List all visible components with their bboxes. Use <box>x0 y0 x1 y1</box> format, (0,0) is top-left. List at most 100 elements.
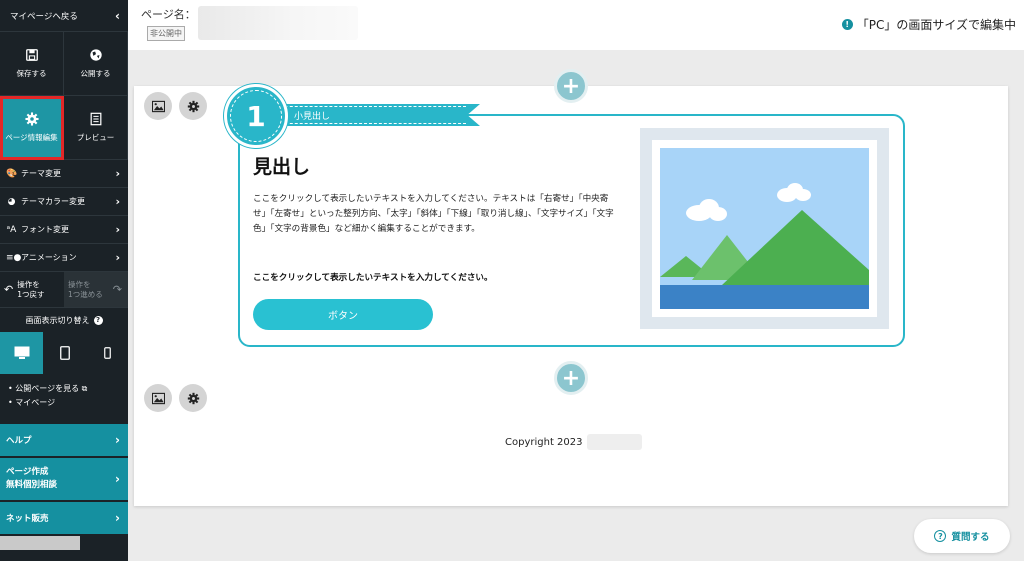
page-name-field[interactable] <box>198 6 358 40</box>
mypage-link[interactable]: マイページ <box>8 396 128 410</box>
gear-icon <box>187 392 199 404</box>
question-icon: ? <box>934 530 947 542</box>
desktop-icon <box>14 346 29 359</box>
publish-label: 公開する <box>80 69 111 78</box>
chevron-right-icon: › <box>115 511 120 525</box>
sidebar-item-theme-color[interactable]: ◕ テーマカラー変更 › <box>0 188 128 216</box>
help-menu-label: ヘルプ <box>6 436 32 446</box>
consult-label-line1: ページ作成 <box>6 467 49 477</box>
subheading-text: 小見出し <box>294 111 331 122</box>
external-link-icon: ⧉ <box>81 384 88 393</box>
tablet-view-button[interactable] <box>43 332 86 374</box>
preview-button[interactable]: プレビュー <box>64 96 128 160</box>
section-cta-button[interactable]: ボタン <box>253 299 433 330</box>
save-button[interactable]: 保存する <box>0 32 64 96</box>
section-bold-text[interactable]: ここをクリックして表示したいテキストを入力してください。 <box>253 271 493 283</box>
back-to-mypage-button[interactable]: マイページへ戻る ‹ <box>0 0 128 32</box>
gear-icon <box>24 112 39 126</box>
add-section-top-button[interactable]: + <box>554 69 588 103</box>
section-image-placeholder[interactable] <box>640 128 889 329</box>
sidebar-item-theme[interactable]: 🎨 テーマ変更 › <box>0 160 128 188</box>
tablet-icon <box>59 346 70 360</box>
image-icon <box>151 100 165 112</box>
sidebar-links: 公開ページを見る ⧉ マイページ <box>0 374 128 424</box>
undo-button[interactable]: ↶ 操作を 1つ戻す <box>0 272 64 307</box>
footer-settings-button[interactable] <box>179 384 207 412</box>
top-bar: ページ名： 非公開中 ! 「PC」の画面サイズで編集中 <box>128 0 1024 50</box>
chevron-right-icon: › <box>115 433 120 447</box>
section-heading[interactable]: 見出し <box>253 152 310 179</box>
undo-redo-group: ↶ 操作を 1つ戻す 操作を 1つ進める ↷ <box>0 272 128 308</box>
save-label: 保存する <box>16 69 47 78</box>
plus-icon: + <box>561 365 581 391</box>
sidebar-item-label: テーマ変更 <box>21 169 61 178</box>
save-icon <box>25 49 38 61</box>
page-info-edit-button[interactable]: ページ情報編集 <box>0 96 64 160</box>
private-status-badge: 非公開中 <box>147 26 185 41</box>
net-sales-label: ネット販売 <box>6 514 49 524</box>
preview-label: プレビュー <box>76 133 115 142</box>
sidebar-action-grid: 保存する 公開する ページ情報編集 プレビュー <box>0 32 128 160</box>
section-image-button[interactable] <box>144 92 172 120</box>
sidebar: マイページへ戻る ‹ 保存する 公開する ページ情報編集 プレビュー 🎨 テーマ変… <box>0 0 128 561</box>
chevron-right-icon: › <box>115 472 120 486</box>
help-menu-button[interactable]: ヘルプ › <box>0 424 128 458</box>
chevron-right-icon: › <box>115 195 120 208</box>
sidebar-item-animation[interactable]: ≡● アニメーション › <box>0 244 128 272</box>
desktop-view-button[interactable] <box>0 332 43 374</box>
chevron-right-icon: › <box>115 167 120 180</box>
net-sales-button[interactable]: ネット販売 › <box>0 502 128 536</box>
edit-mode-note: ! 「PC」の画面サイズで編集中 <box>841 16 1016 33</box>
redacted-area <box>586 434 642 450</box>
chevron-right-icon: › <box>115 223 120 236</box>
undo-icon: ↶ <box>4 282 14 296</box>
publish-button[interactable]: 公開する <box>64 32 128 96</box>
page-info-edit-label: ページ情報編集 <box>5 133 58 142</box>
view-switch-label: 画面表示切り替え <box>25 315 90 325</box>
redacted-area <box>0 536 80 550</box>
copyright[interactable]: Copyright 2023 <box>505 434 642 450</box>
landscape-image-icon <box>652 140 877 317</box>
redo-button[interactable]: 操作を 1つ進める ↷ <box>64 272 128 307</box>
globe-icon <box>89 49 102 61</box>
device-switcher <box>0 332 128 374</box>
color-palette-icon: ◕ <box>7 196 16 207</box>
footer-image-button[interactable] <box>144 384 172 412</box>
ask-question-label: 質問する <box>951 532 990 543</box>
ask-question-button[interactable]: ? 質問する <box>914 519 1010 553</box>
question-icon[interactable]: ? <box>93 315 103 325</box>
sidebar-item-font[interactable]: ᵃA フォント変更 › <box>0 216 128 244</box>
page-name-label: ページ名： <box>141 8 196 21</box>
gear-icon <box>187 100 199 112</box>
back-to-mypage-label: マイページへ戻る <box>10 11 78 22</box>
sidebar-footer <box>0 536 128 550</box>
sidebar-item-label: テーマカラー変更 <box>21 197 85 206</box>
animation-icon: ≡● <box>6 252 22 263</box>
sidebar-item-label: アニメーション <box>21 253 77 262</box>
subheading-ribbon[interactable]: 小見出し <box>268 104 480 126</box>
sidebar-item-label: フォント変更 <box>21 225 69 234</box>
info-icon: ! <box>841 19 853 30</box>
preview-icon <box>90 112 101 126</box>
undo-label: 操作を 1つ戻す <box>17 279 45 299</box>
section-settings-button[interactable] <box>179 92 207 120</box>
mobile-icon <box>103 347 111 359</box>
section-body-text[interactable]: ここをクリックして表示したいテキストを入力してください。テキストは「右寄せ」「中… <box>253 192 615 237</box>
chevron-left-icon: ‹ <box>115 8 120 23</box>
section-number-badge: 1 <box>224 84 288 148</box>
add-section-bottom-button[interactable]: + <box>554 361 588 395</box>
font-icon: ᵃA <box>6 224 17 235</box>
chevron-right-icon: › <box>115 251 120 264</box>
edit-mode-label: 「PC」の画面サイズで編集中 <box>856 18 1016 32</box>
copyright-text: Copyright 2023 <box>505 436 583 448</box>
view-switch-title: 画面表示切り替え ? <box>0 308 128 332</box>
plus-icon: + <box>561 73 581 99</box>
palette-icon: 🎨 <box>6 168 18 179</box>
redo-label: 操作を 1つ進める <box>68 279 103 299</box>
redo-icon: ↷ <box>112 282 122 296</box>
view-public-page-link[interactable]: 公開ページを見る ⧉ <box>8 382 128 396</box>
image-icon <box>151 392 165 404</box>
consultation-button[interactable]: ページ作成 無料個別相談 › <box>0 458 128 502</box>
mobile-view-button[interactable] <box>86 332 128 374</box>
consult-label-line2: 無料個別相談 <box>6 480 58 490</box>
